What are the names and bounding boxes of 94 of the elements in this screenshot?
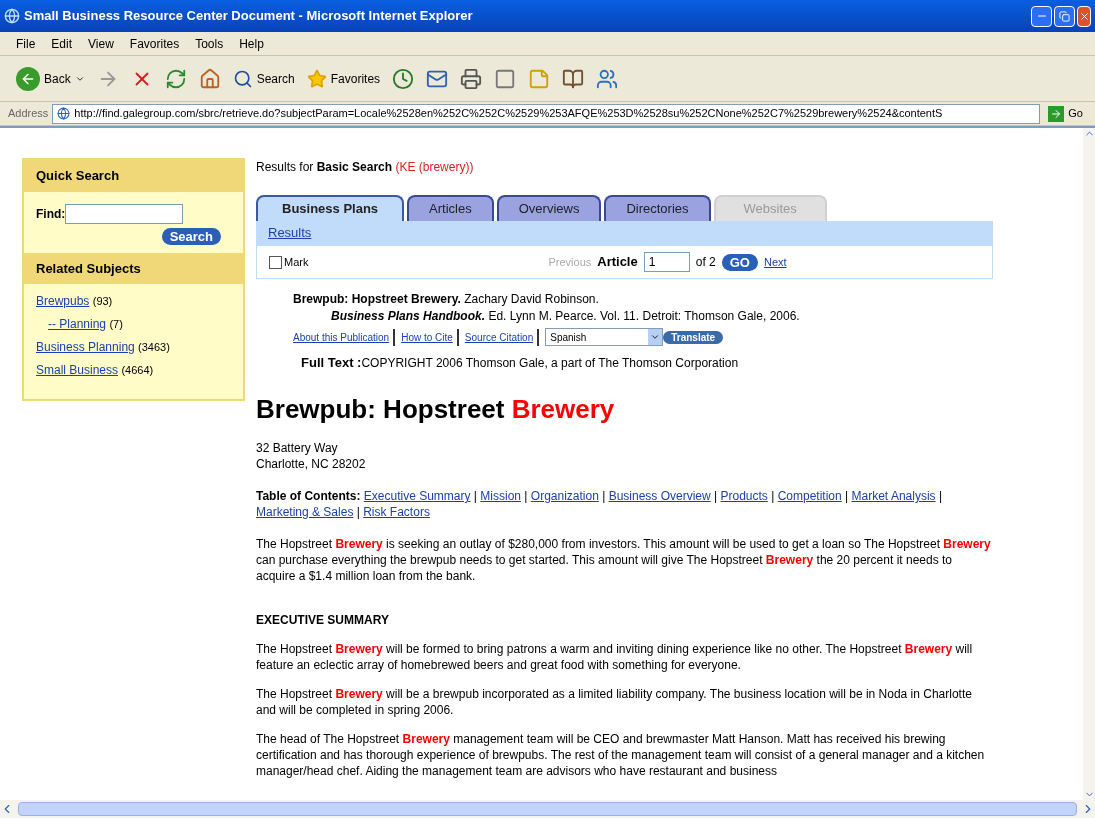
separator: | bbox=[602, 489, 606, 503]
results-for-label: Results for bbox=[256, 160, 314, 174]
restore-icon bbox=[1059, 10, 1070, 22]
toc-link[interactable]: Market Analysis bbox=[851, 489, 936, 503]
tab[interactable]: Directories bbox=[604, 195, 711, 221]
messenger-icon[interactable] bbox=[596, 67, 619, 90]
window-title: Small Business Resource Center Document - Microsoft Internet Explorer bbox=[24, 7, 473, 26]
subject-link[interactable]: Small Business bbox=[36, 363, 119, 377]
subject-count: (93) bbox=[92, 295, 113, 307]
search-button[interactable]: Search bbox=[161, 227, 221, 245]
separator: | bbox=[473, 489, 477, 503]
panel-header: Quick Search bbox=[24, 160, 243, 192]
tab[interactable]: Overviews bbox=[496, 195, 602, 221]
subject-link[interactable]: Business Planning bbox=[36, 340, 135, 354]
separator: | bbox=[771, 489, 775, 503]
separator: | bbox=[714, 489, 718, 503]
search-button[interactable]: Search bbox=[232, 68, 295, 89]
article-label: Article bbox=[597, 253, 638, 272]
subject-link[interactable]: -- Planning bbox=[48, 317, 107, 331]
separator: | bbox=[938, 489, 943, 503]
separator: | bbox=[845, 489, 849, 503]
home-icon[interactable] bbox=[198, 67, 221, 90]
find-field[interactable] bbox=[65, 203, 184, 224]
go-button[interactable]: GO bbox=[721, 253, 758, 271]
translate-button[interactable]: Translate bbox=[663, 330, 724, 344]
citation-link[interactable]: How to Cite bbox=[401, 328, 459, 346]
search-icon bbox=[232, 68, 253, 89]
results-link[interactable]: Results bbox=[268, 223, 312, 243]
separator: | bbox=[356, 505, 360, 519]
article-field[interactable]: 1 bbox=[643, 252, 690, 272]
toc-link[interactable]: Organization bbox=[530, 489, 599, 503]
horizontal-scrollbar[interactable] bbox=[0, 800, 1095, 818]
subject-count: (3463) bbox=[138, 341, 170, 353]
subject-count: (4664) bbox=[121, 364, 154, 376]
back-button[interactable]: Back bbox=[16, 66, 85, 91]
minimize-button[interactable] bbox=[1031, 5, 1052, 27]
find-label: Find: bbox=[36, 205, 66, 223]
citation-text: Business Plans Handbook. Ed. Lynn M. Pearce. Vol. 11. Detroit: Thomson Gale, 2006. bbox=[331, 309, 800, 323]
search-query: (KE (brewery)) bbox=[395, 160, 474, 174]
copyright-text: COPYRIGHT 2006 Thomson Gale, a part of The Thomson Corporation bbox=[361, 356, 739, 370]
citation-text: Brewpub: Hopstreet Brewery. Zachary David Robinson. bbox=[293, 292, 599, 306]
address-line: 32 Battery Way bbox=[256, 440, 339, 456]
menu-item[interactable]: Help bbox=[239, 34, 264, 53]
intro-paragraph: The Hopstreet Brewery is seeking an outlay of $280,000 from investors. This amount will be used to get a loan so The Hopstreet Brewery can purchase everything the brewpub needs to get started. This amount will give The Hopstreet Brewery the 20 percent it needs to acquire a $1.4 million loan from the bank. bbox=[256, 537, 991, 583]
separator: | bbox=[524, 489, 528, 503]
toc-link[interactable]: Mission bbox=[480, 489, 521, 503]
toc-link[interactable]: Risk Factors bbox=[363, 505, 430, 519]
address-field[interactable]: http://find.galegroup.com/sbrc/retrieve.do?subjectParam=Locale%2528en%252C%252C%2529%253AFQE%253D%2528su%252CNone%252C7%2529brewery%2524&contentS bbox=[52, 103, 1041, 124]
mark-label: Mark bbox=[284, 254, 309, 270]
citation-link[interactable]: About this Publication bbox=[293, 328, 396, 346]
body-paragraph: The Hopstreet Brewery will be a brewpub incorporated as a limited liability company. The business location will be in Noda in Charlotte and will be completed in spring 2006. bbox=[256, 687, 972, 717]
tab[interactable]: Business Plans bbox=[256, 195, 405, 221]
search-type: Basic Search bbox=[316, 160, 393, 174]
address-label: Address bbox=[8, 106, 49, 122]
vertical-scrollbar[interactable] bbox=[1083, 128, 1095, 800]
body-paragraph: The head of The Hopstreet Brewery management team will be CEO and brewmaster Matt Hanson. Matt has received his brewing certification and has thorough experience of brewpubs. The rest of the management team will consist of a general manager and a kitchen manager/head chef. Aiding the management team are advisors who have restaurant and business bbox=[256, 732, 985, 778]
menu-item[interactable]: Favorites bbox=[129, 34, 180, 53]
scrollbar-thumb[interactable] bbox=[18, 802, 1077, 816]
address-line: Charlotte, NC 28202 bbox=[256, 456, 367, 472]
toc-link[interactable]: Products bbox=[720, 489, 768, 503]
close-icon bbox=[1078, 10, 1090, 22]
citation-link[interactable]: Source Citation bbox=[464, 328, 540, 346]
menu-item[interactable]: Edit bbox=[51, 34, 73, 53]
printer-icon[interactable] bbox=[460, 67, 483, 90]
research-icon[interactable] bbox=[562, 67, 585, 90]
go-button[interactable]: Go bbox=[1044, 105, 1087, 122]
refresh-icon[interactable] bbox=[164, 67, 187, 90]
body-paragraph: The Hopstreet Brewery will be formed to bring patrons a warm and inviting dining experience like no other. The Hopstreet Brewery will feature an eclectic array of homebrewed beers and great food with something for everyone. bbox=[256, 642, 973, 672]
menu-item[interactable]: Tools bbox=[195, 34, 224, 53]
toc-link[interactable]: Executive Summary bbox=[363, 489, 471, 503]
subject-count: (7) bbox=[109, 318, 123, 330]
favorites-button[interactable]: Favorites bbox=[306, 68, 381, 89]
mark-checkbox[interactable] bbox=[269, 255, 282, 269]
next-link[interactable]: Next bbox=[763, 253, 787, 271]
menu-item[interactable]: View bbox=[88, 34, 114, 53]
toc-link[interactable]: Marketing & Sales bbox=[256, 505, 354, 519]
page-icon bbox=[57, 107, 71, 120]
article-heading: Brewpub: Hopstreet Brewery bbox=[256, 394, 615, 424]
panel-header: Related Subjects bbox=[24, 252, 243, 284]
toc-label: Table of Contents: bbox=[256, 489, 361, 503]
close-button[interactable] bbox=[1077, 5, 1091, 27]
section-title: EXECUTIVE SUMMARY bbox=[256, 612, 390, 628]
page-count: of 2 bbox=[695, 254, 716, 271]
toc-link[interactable]: Competition bbox=[777, 489, 842, 503]
restore-button[interactable] bbox=[1054, 5, 1075, 27]
toc-link[interactable]: Business Overview bbox=[608, 489, 711, 503]
language-select[interactable]: Spanish bbox=[545, 328, 664, 346]
subject-link[interactable]: Brewpubs bbox=[36, 294, 90, 308]
tab[interactable]: Articles bbox=[407, 195, 494, 221]
menu-item[interactable]: File bbox=[16, 34, 36, 53]
full-text-label: Full Text : bbox=[301, 355, 362, 370]
history-icon[interactable] bbox=[392, 67, 415, 90]
browser-icon bbox=[4, 8, 20, 24]
star-icon bbox=[306, 68, 327, 89]
